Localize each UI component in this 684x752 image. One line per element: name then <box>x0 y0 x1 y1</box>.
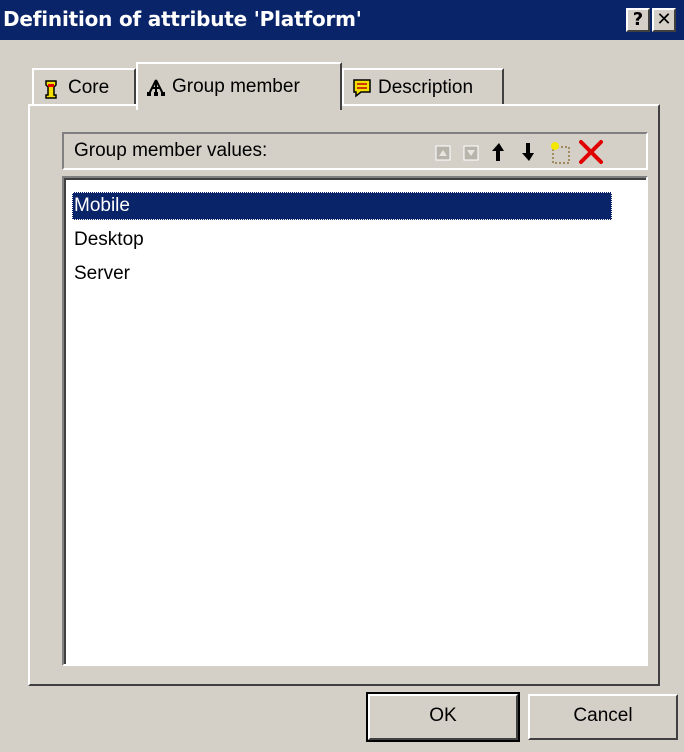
move-up-disabled-icon <box>432 140 454 164</box>
help-icon: ? <box>632 9 644 30</box>
tab-group-member[interactable]: Group member <box>136 62 342 110</box>
values-header-label: Group member values: <box>74 140 268 161</box>
window-title: Definition of attribute 'Platform' <box>3 7 362 31</box>
list-item[interactable]: Server <box>72 260 130 288</box>
group-member-values-list[interactable]: Mobile Desktop Server <box>62 176 648 666</box>
close-icon: ✕ <box>656 9 672 30</box>
move-up-icon[interactable] <box>488 140 510 164</box>
new-item-icon[interactable] <box>548 140 570 164</box>
help-button[interactable]: ? <box>626 8 650 32</box>
close-button[interactable]: ✕ <box>652 8 676 32</box>
move-down-icon[interactable] <box>518 140 540 164</box>
description-icon <box>352 78 371 98</box>
values-toolbar: Group member values: <box>62 132 648 170</box>
attribute-definition-dialog: Definition of attribute 'Platform' ? ✕ C… <box>0 0 684 752</box>
tab-core[interactable]: Core <box>32 68 136 106</box>
ok-button[interactable]: OK <box>366 692 520 742</box>
tab-group-member-label: Group member <box>172 76 300 97</box>
list-item[interactable]: Desktop <box>72 226 144 254</box>
delete-icon[interactable] <box>578 138 603 164</box>
tab-description-label: Description <box>378 77 474 98</box>
cancel-button[interactable]: Cancel <box>528 694 678 740</box>
tab-description[interactable]: Description <box>342 68 504 106</box>
list-item[interactable]: Mobile <box>72 192 612 220</box>
title-bar[interactable]: Definition of attribute 'Platform' ? ✕ <box>0 0 684 40</box>
move-down-disabled-icon <box>460 140 482 164</box>
core-icon <box>42 78 60 99</box>
group-member-icon <box>146 77 165 97</box>
tab-core-label: Core <box>68 77 110 98</box>
group-member-tab-page: Group member values: Mobile Desktop Serv… <box>28 104 660 686</box>
